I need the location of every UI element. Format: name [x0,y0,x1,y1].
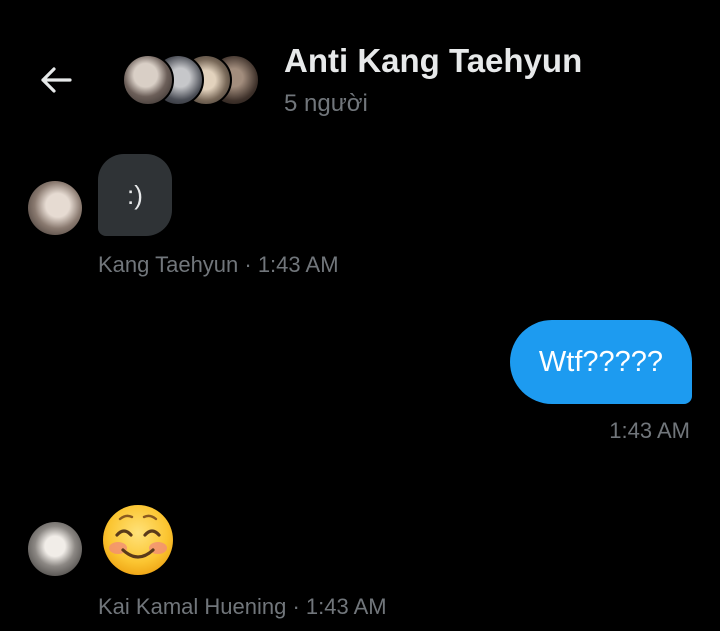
back-button[interactable] [32,58,80,102]
emoji-message[interactable] [100,502,176,578]
message-bubble-incoming[interactable]: :) [98,154,172,236]
avatar[interactable] [28,522,82,576]
member-avatar [122,54,174,106]
member-count: 5 người [284,90,368,117]
message-text: Wtf????? [538,345,664,378]
message-text: :) [127,179,143,210]
group-avatar-stack[interactable] [122,54,262,106]
message-timestamp: 1:43 AM [609,418,690,443]
message-meta: Kang Taehyun · 1:43 AM [98,252,339,277]
smiling-face-with-smiling-eyes-icon [103,505,173,575]
arrow-left-icon [41,67,72,93]
avatar[interactable] [28,181,82,235]
conversation-title[interactable]: Anti Kang Taehyun [284,42,582,80]
message-bubble-outgoing[interactable]: Wtf????? [510,320,692,404]
message-meta: Kai Kamal Huening · 1:43 AM [98,594,387,619]
